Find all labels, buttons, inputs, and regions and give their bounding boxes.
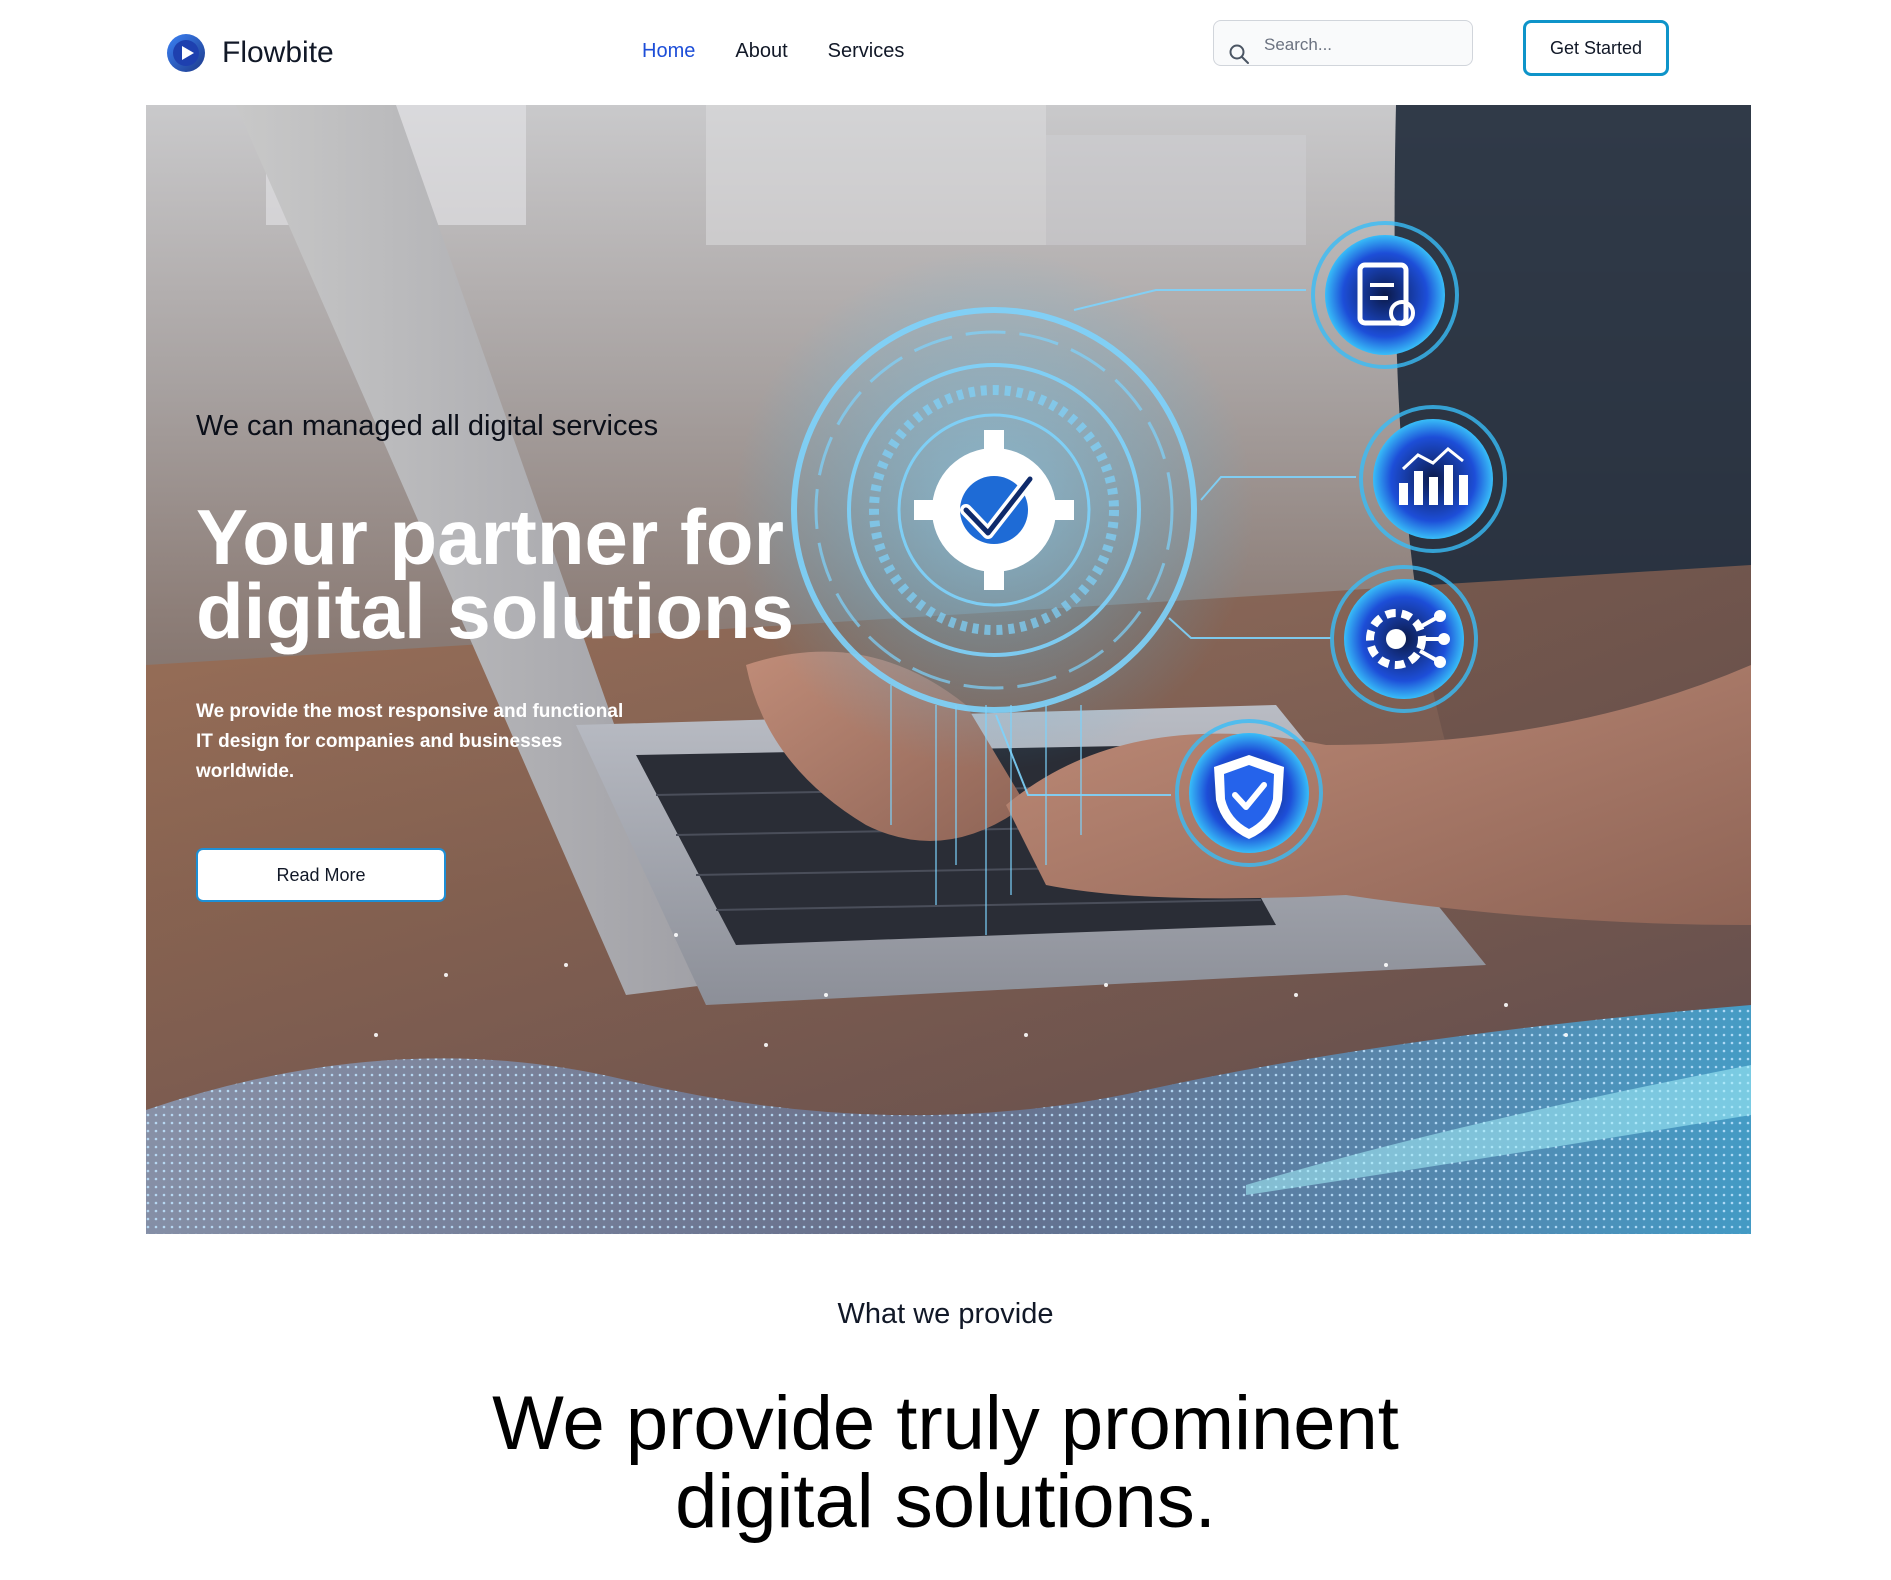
nav-item-services[interactable]: Services (828, 40, 905, 63)
nav-item-home[interactable]: Home (642, 40, 695, 63)
shield-check-icon (1175, 719, 1323, 867)
brand-name: Flowbite (222, 36, 334, 69)
search-icon (1229, 44, 1249, 64)
bar-chart-icon (1359, 405, 1507, 553)
brand[interactable]: Flowbite (166, 33, 334, 73)
hero-title: Your partner for digital solutions (196, 493, 794, 655)
get-started-button[interactable]: Get Started (1523, 20, 1669, 76)
read-more-button[interactable]: Read More (196, 848, 446, 902)
services-title: We provide truly prominent digital solut… (492, 1381, 1399, 1544)
play-circle-icon (167, 34, 205, 72)
hero-eyebrow: We can managed all digital services (196, 410, 659, 442)
hero-background-image (146, 105, 1751, 1234)
main-nav: Home About Services (642, 40, 904, 63)
search-input[interactable] (1262, 27, 1466, 63)
navbar: Flowbite Home About Services Get Started (0, 0, 1891, 105)
clipboard-gear-icon (1311, 221, 1459, 369)
hero-description: We provide the most responsive and funct… (196, 701, 624, 782)
nav-item-about[interactable]: About (735, 40, 787, 63)
gear-circuit-icon (1330, 565, 1478, 713)
hero-banner: We can managed all digital services Your… (146, 105, 1751, 1234)
services-eyebrow: What we provide (837, 1298, 1054, 1330)
search-box[interactable] (1213, 20, 1473, 66)
